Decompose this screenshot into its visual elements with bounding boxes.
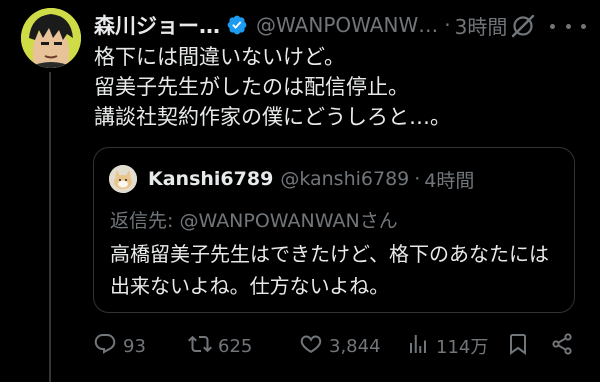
author-display-name[interactable]: 森川ジョー… — [94, 10, 220, 40]
like-count: 3,844 — [329, 335, 381, 357]
views-icon — [406, 332, 430, 361]
heart-icon — [299, 332, 323, 361]
quoted-author-avatar — [109, 165, 137, 193]
post-time[interactable]: 3時間 — [455, 11, 508, 40]
like-button[interactable]: 3,844 — [299, 330, 381, 362]
post-text: 格下には間違いないけど。 留美子先生がしたのは配信停止。 講談社契約作家の僕にど… — [94, 42, 584, 132]
quoted-text-line: 高橋留美子先生はできたけど、格下のあなたには — [110, 242, 549, 266]
share-icon — [550, 332, 574, 361]
bookmark-button[interactable] — [506, 330, 530, 362]
separator-dot: · — [414, 168, 421, 190]
thread-line — [49, 72, 51, 382]
quoted-post[interactable]: Kanshi6789 @kanshi6789 · 4時間 返信先: @WANPO… — [93, 147, 575, 313]
more-options-icon[interactable] — [550, 14, 586, 38]
quoted-post-time: 4時間 — [424, 169, 475, 192]
views-button[interactable]: 114万 — [406, 330, 488, 362]
author-handle[interactable]: @WANPOWANW… — [256, 13, 438, 37]
quoted-author-display-name: Kanshi6789 — [148, 168, 274, 190]
quoted-post-text: 高橋留美子先生はできたけど、格下のあなたには 出来ないよね。仕方ないよね。 — [110, 238, 549, 302]
quoted-author-handle: @kanshi6789 — [280, 168, 410, 190]
verified-badge-icon — [226, 14, 248, 36]
post-text-line: 格下には間違いないけど。 — [94, 45, 345, 69]
quoted-text-line: 出来ないよね。仕方ないよね。 — [110, 274, 390, 298]
post-actions: 93 625 3,844 114万 — [93, 330, 593, 362]
post[interactable]: 森川ジョー… @WANPOWANW… · 3時間 格下には間違いないけど。 留美… — [0, 0, 600, 382]
reply-count: 93 — [123, 335, 146, 357]
separator-dot: · — [444, 13, 451, 37]
repost-icon — [188, 332, 212, 361]
quoted-post-header: Kanshi6789 @kanshi6789 · 4時間 — [148, 164, 474, 194]
bookmark-icon — [506, 332, 530, 361]
reply-icon — [93, 332, 117, 361]
share-button[interactable] — [550, 330, 574, 362]
grok-icon[interactable] — [510, 13, 536, 39]
quoted-reply-to: 返信先: @WANPOWANWANさん — [110, 210, 398, 232]
post-text-line: 講談社契約作家の僕にどうしろと…。 — [94, 105, 451, 129]
repost-count: 625 — [218, 335, 253, 357]
views-count: 114万 — [436, 337, 489, 358]
post-text-line: 留美子先生がしたのは配信停止。 — [94, 75, 409, 99]
repost-button[interactable]: 625 — [188, 330, 252, 362]
author-avatar[interactable] — [21, 8, 81, 68]
reply-button[interactable]: 93 — [93, 330, 146, 362]
